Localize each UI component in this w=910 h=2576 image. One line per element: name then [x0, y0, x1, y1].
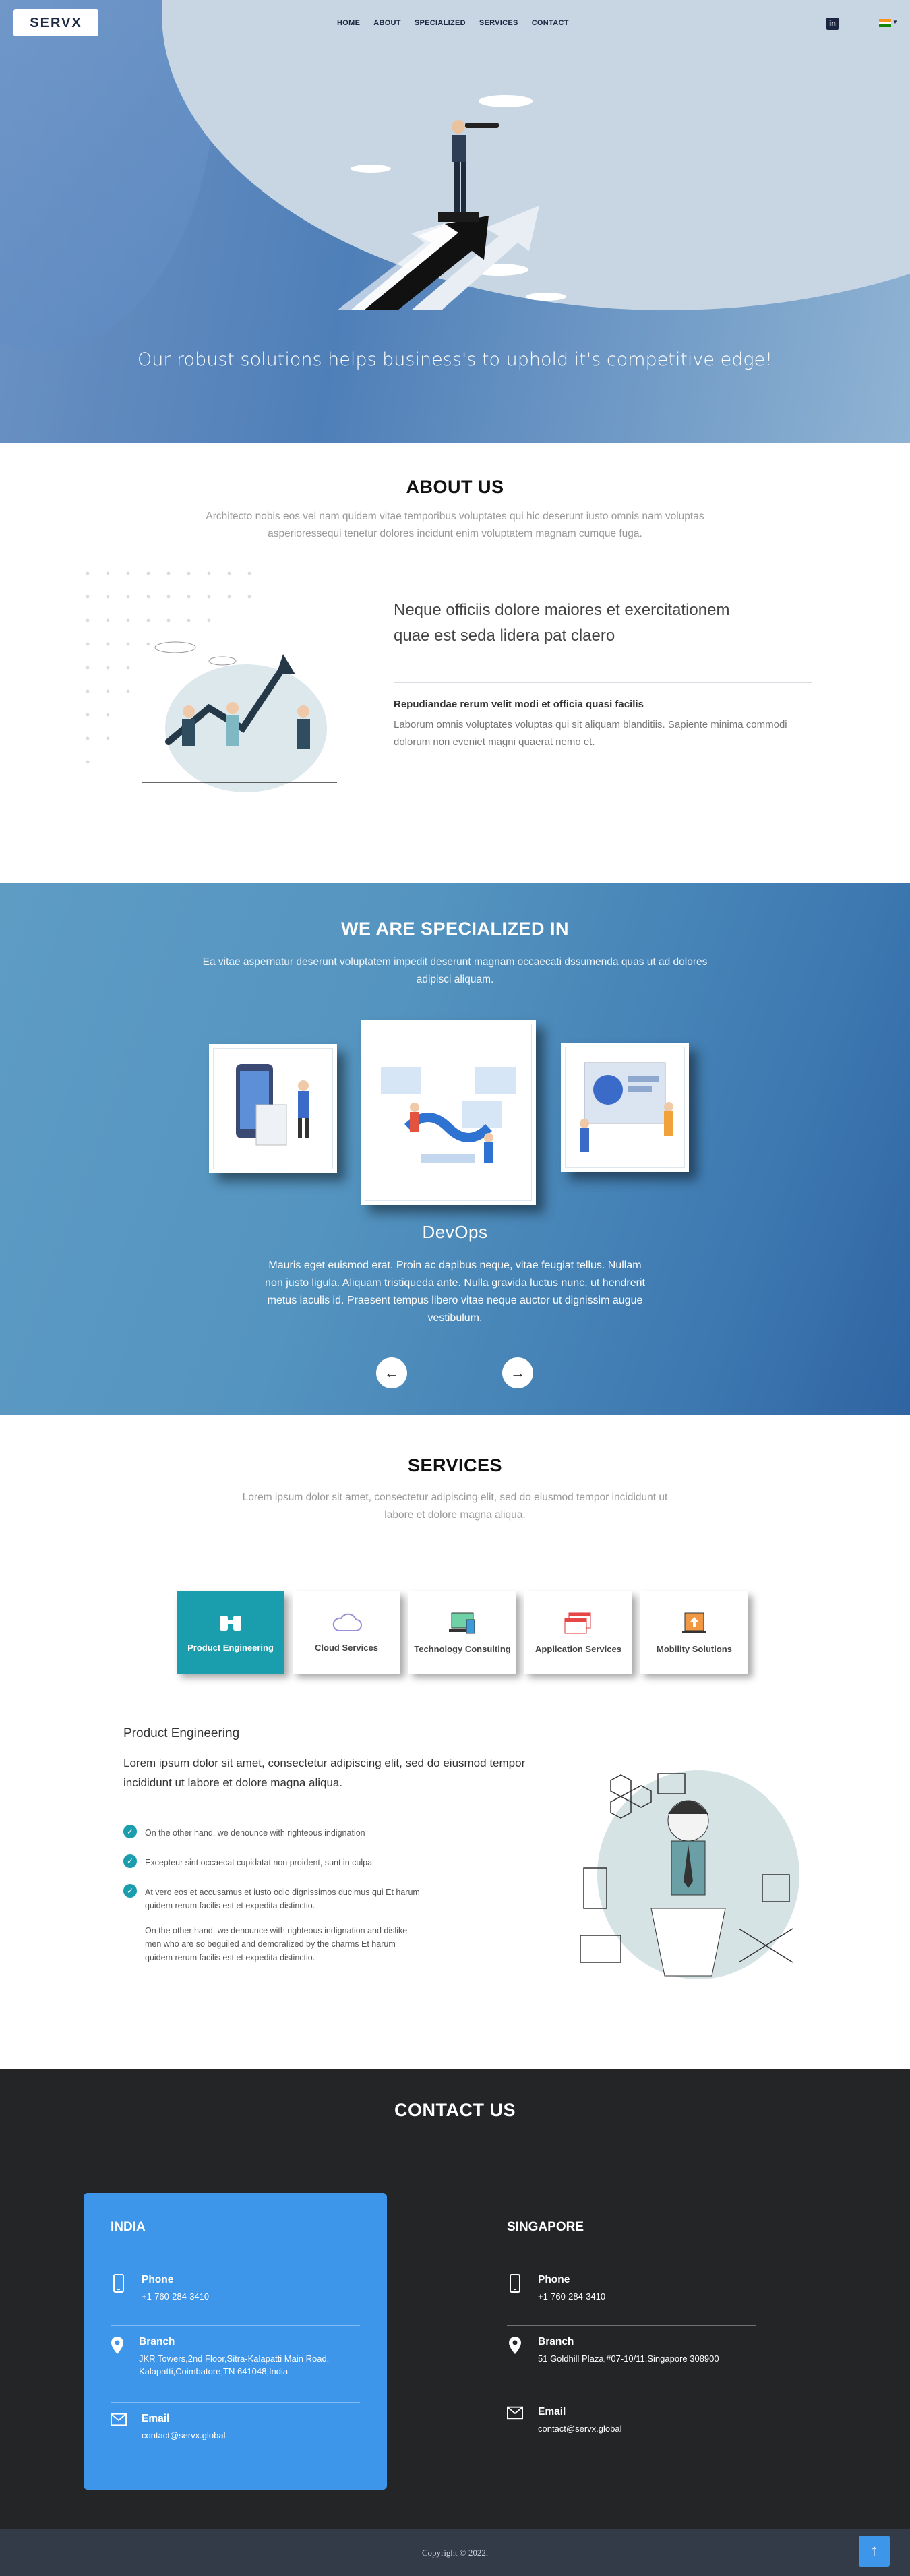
- office-name: INDIA: [111, 2220, 146, 2234]
- check-icon: ✓: [123, 1825, 137, 1838]
- divider: [507, 2325, 756, 2326]
- divider: [111, 2402, 360, 2403]
- contact-card-singapore: SINGAPORE Phone +1-760-284-3410 Branch 51 …: [480, 2193, 783, 2490]
- nav-home[interactable]: HOME: [337, 19, 360, 27]
- location-pin-icon: [507, 2336, 523, 2365]
- envelope-icon: [507, 2406, 523, 2435]
- hero-section: SERVX HOME ABOUT SPECIALIZED SERVICES CO…: [0, 0, 910, 443]
- branch-row: Branch JKR Towers,2nd Floor,Sitra-Kalapat…: [111, 2336, 360, 2378]
- email-row: Email contact@servx.global: [507, 2406, 756, 2435]
- check-icon: ✓: [123, 1884, 137, 1898]
- tab-product-engineering[interactable]: Product Engineering: [177, 1591, 284, 1674]
- about-body-text: Laborum omnis voluptates voluptas qui si…: [394, 719, 787, 748]
- phone-number[interactable]: +1-760-284-3410: [538, 2290, 605, 2303]
- about-subtitle: Architecto nobis eos vel nam quidem vita…: [206, 510, 704, 539]
- check-item: ✓ On the other hand, we denounce with rig…: [123, 1825, 474, 1840]
- tab-cloud-services[interactable]: Cloud Services: [293, 1591, 400, 1674]
- tab-mobility-solutions[interactable]: Mobility Solutions: [640, 1591, 748, 1674]
- check-item: ✓ Excepteur sint occaecat cupidatat non p…: [123, 1854, 474, 1869]
- contact-title: CONTACT US: [394, 2100, 516, 2120]
- office-name: SINGAPORE: [507, 2220, 584, 2234]
- about-title: ABOUT US: [406, 477, 504, 497]
- phone-row: Phone +1-760-284-3410: [507, 2274, 756, 2303]
- envelope-icon: [111, 2413, 127, 2442]
- email-row: Email contact@servx.global: [111, 2413, 360, 2442]
- tab-application-services[interactable]: Application Services: [524, 1591, 632, 1674]
- phone-number[interactable]: +1-760-284-3410: [142, 2290, 209, 2303]
- divider: [394, 682, 812, 683]
- services-subtitle: Lorem ipsum dolor sit amet, consectetur …: [242, 1492, 668, 1521]
- cloud-icon: [332, 1613, 362, 1631]
- service-detail-intro: Lorem ipsum dolor sit amet, consectetur …: [123, 1757, 526, 1789]
- location-pin-icon: [111, 2336, 124, 2378]
- linkedin-icon[interactable]: in: [826, 18, 839, 30]
- main-nav: HOME ABOUT SPECIALIZED SERVICES CONTACT: [337, 19, 569, 27]
- copyright-text: Copyright © 2022.: [421, 2548, 489, 2558]
- check-icon: ✓: [123, 1854, 137, 1868]
- branch-address: 51 Goldhill Plaza,#07-10/11,Singapore 30…: [538, 2353, 719, 2364]
- nav-contact[interactable]: CONTACT: [532, 19, 569, 27]
- phone-icon: [111, 2274, 127, 2303]
- contact-card-india: INDIA Phone +1-760-284-3410 Branch JKR Tow…: [84, 2193, 387, 2490]
- engineer-illustration: [580, 1770, 799, 1979]
- email-link[interactable]: contact@servx.global: [538, 2422, 621, 2435]
- phone-icon: [507, 2274, 523, 2303]
- carousel-card-active[interactable]: [361, 1020, 536, 1205]
- mobile-upload-icon: [682, 1612, 706, 1633]
- browser-windows-icon: [564, 1612, 591, 1633]
- businessman-telescope-illustration: [337, 95, 566, 310]
- about-strong-text: Repudiandae rerum velit modi et officia …: [394, 699, 644, 710]
- about-heading: Neque officiis dolore maiores et exercit…: [394, 601, 730, 645]
- carousel-item-title: DevOps: [422, 1222, 488, 1242]
- carousel-prev-button[interactable]: ←: [376, 1357, 407, 1388]
- email-link[interactable]: contact@servx.global: [142, 2429, 225, 2442]
- nav-services[interactable]: SERVICES: [479, 19, 518, 27]
- back-to-top-button[interactable]: ↑: [859, 2536, 890, 2567]
- divider: [111, 2325, 360, 2326]
- footer: Copyright © 2022.: [0, 2529, 910, 2576]
- chevron-down-icon[interactable]: ▼: [892, 19, 898, 25]
- nav-specialized[interactable]: SPECIALIZED: [415, 19, 466, 27]
- service-detail-extra: On the other hand, we denounce with righ…: [145, 1926, 408, 1962]
- carousel-item-description: Mauris eget euismod erat. Proin ac dapib…: [265, 1260, 645, 1324]
- service-detail-title: Product Engineering: [123, 1726, 240, 1740]
- nav-about[interactable]: ABOUT: [373, 19, 401, 27]
- phone-row: Phone +1-760-284-3410: [111, 2274, 360, 2303]
- branch-address: JKR Towers,2nd Floor,Sitra-Kalapatti Mai…: [139, 2353, 330, 2376]
- specialized-title: WE ARE SPECIALIZED IN: [340, 918, 570, 939]
- carousel-card-next[interactable]: [561, 1043, 689, 1172]
- tab-technology-consulting[interactable]: Technology Consulting: [408, 1591, 516, 1674]
- india-flag-icon[interactable]: [879, 19, 891, 27]
- binoculars-icon: [220, 1615, 241, 1631]
- devices-icon: [449, 1612, 475, 1633]
- specialized-subtitle: Ea vitae aspernatur deserunt voluptatem …: [202, 956, 708, 985]
- logo[interactable]: SERVX: [13, 9, 98, 36]
- branch-row: Branch 51 Goldhill Plaza,#07-10/11,Singap…: [507, 2336, 756, 2365]
- check-item: ✓ At vero eos et accusamus et iusto odio …: [123, 1884, 420, 1912]
- services-tabs: Product Engineering Cloud Services Techn…: [177, 1591, 748, 1674]
- carousel-next-button[interactable]: →: [502, 1357, 533, 1388]
- hero-tagline: Our robust solutions helps business's to…: [138, 349, 772, 370]
- services-title: SERVICES: [407, 1455, 503, 1475]
- team-growth-illustration: [86, 571, 337, 792]
- carousel-card-prev[interactable]: [209, 1044, 337, 1173]
